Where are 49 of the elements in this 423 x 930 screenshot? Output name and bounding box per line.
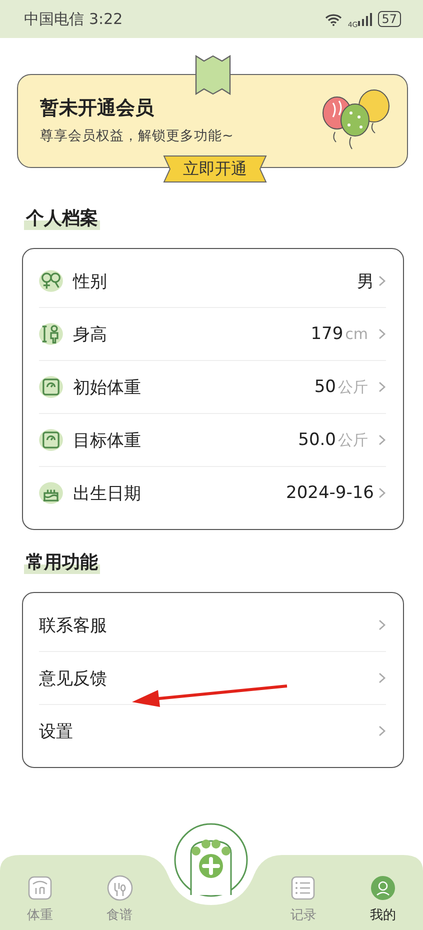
row-label: 初始体重 <box>73 376 141 398</box>
list-item[interactable]: 目标体重 50.0公斤 <box>39 414 386 467</box>
chevron-icon <box>378 725 386 737</box>
list-item[interactable]: 身高 179 cm <box>39 308 386 361</box>
row-value: 50.0 <box>298 430 336 450</box>
unit-label: 公斤 <box>338 430 368 450</box>
clock-time: 3:22 <box>89 10 123 28</box>
chevron-icon <box>378 619 386 631</box>
section-title: 个人档案 <box>24 206 100 230</box>
unit-label: cm <box>345 325 368 343</box>
row-label: 联系客服 <box>39 614 107 636</box>
carrier-name: 中国电信 <box>24 10 84 28</box>
row-label: 性别 <box>73 270 107 292</box>
nav-tab[interactable]: 我的 <box>343 873 423 924</box>
list-item[interactable]: 出生日期 2024-9-16 <box>39 467 386 519</box>
list-item[interactable]: 性别 男 <box>39 255 386 308</box>
row-label: 出生日期 <box>73 482 141 504</box>
chevron-icon <box>378 381 386 393</box>
section-title: 常用功能 <box>24 550 100 574</box>
row-value: 男 <box>357 270 374 292</box>
height-icon <box>37 321 65 347</box>
signal-icon <box>358 12 372 26</box>
chevron-icon <box>378 275 386 287</box>
list-item[interactable]: 联系客服 <box>39 599 386 652</box>
membership-title: 暂未开通会员 <box>40 96 155 121</box>
membership-subtitle: 尊享会员权益，解锁更多功能~ <box>40 127 234 145</box>
row-value: 2024-9-16 <box>286 483 374 503</box>
subscribe-button[interactable]: 立即开通 <box>163 155 267 183</box>
recipe-icon <box>104 873 135 903</box>
chevron-icon <box>378 328 386 340</box>
gender-icon <box>37 268 65 294</box>
battery-level: 57 <box>378 11 401 27</box>
scale-icon <box>37 427 65 453</box>
row-value: 179 <box>310 324 344 344</box>
row-label: 身高 <box>73 324 107 346</box>
chevron-icon <box>378 434 386 446</box>
list-item[interactable]: 初始体重 50公斤 <box>39 361 386 414</box>
row-label: 意见反馈 <box>39 668 107 690</box>
list-item[interactable]: 设置 <box>39 705 386 757</box>
scale-icon <box>37 374 65 400</box>
unit-label: 公斤 <box>338 378 368 396</box>
chevron-icon <box>378 672 386 684</box>
cake-icon <box>37 480 65 506</box>
row-label: 目标体重 <box>73 430 141 452</box>
wifi-icon <box>324 12 342 26</box>
paw-add-button[interactable] <box>174 823 248 897</box>
chevron-icon <box>378 487 386 499</box>
row-label: 设置 <box>39 720 73 742</box>
row-value: 50 <box>314 377 336 397</box>
